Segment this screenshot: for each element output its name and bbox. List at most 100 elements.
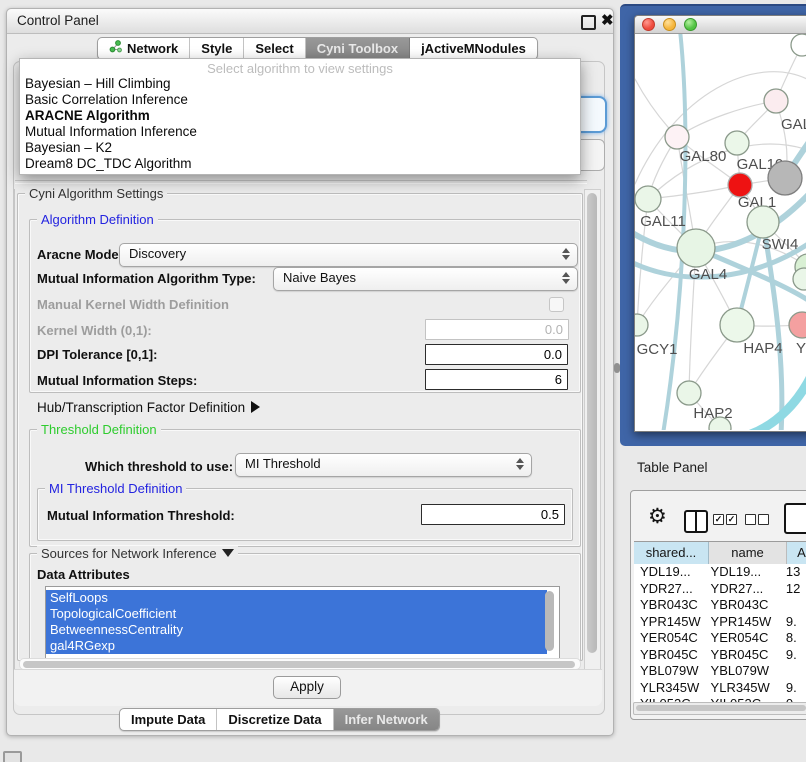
network-node-swi4[interactable] [747,206,779,238]
table-row[interactable]: YPR145WYPR145W9. [634,614,806,631]
network-edge[interactable] [663,34,685,430]
table-row[interactable]: YDR27...YDR27...12 [634,581,806,598]
control-panel-title: Control Panel [17,13,99,28]
table-header-row: shared...nameA [634,541,806,565]
mi-type-value: Naive Bayes [283,270,356,285]
algorithm-option-dream8-dc-tdc-algorithm[interactable]: Dream8 DC_TDC Algorithm [20,156,580,172]
network-window-titlebar[interactable] [635,16,806,34]
table-cell: 9. [782,647,806,664]
table-horizontal-scrollbar-thumb[interactable] [636,705,806,711]
data-attributes-list: SelfLoopsTopologicalCoefficientBetweenne… [45,586,560,661]
tab-label: Impute Data [131,709,205,730]
network-node-y[interactable] [789,312,806,338]
combobox-arrows-icon [516,458,524,470]
column-header-shared[interactable]: shared... [634,542,709,564]
algorithm-option-bayesian-k2[interactable]: Bayesian – K2 [20,140,580,156]
settings-vertical-scrollbar[interactable] [584,189,601,670]
network-node-hap2[interactable] [677,381,701,405]
table-row[interactable]: YBR043CYBR043C [634,597,806,614]
mi-threshold-field[interactable]: 0.5 [421,504,565,525]
table-cell [782,597,806,614]
tab-style[interactable]: Style [190,38,244,59]
tab-label: Select [255,38,293,59]
algorithm-definition-title: Algorithm Definition [37,212,158,227]
mi-type-combobox[interactable]: Naive Bayes [273,267,578,291]
table-cell: YDR27... [634,581,707,598]
table-row[interactable]: YLR345WYLR345W9. [634,680,806,697]
attribute-item-betweennesscentrality[interactable]: BetweennessCentrality [46,622,547,638]
tab-impute-data[interactable]: Impute Data [120,709,217,730]
dpi-tolerance-label: DPI Tolerance [0,1]: [37,347,157,362]
network-node[interactable] [793,268,806,290]
hub-expander-label: Hub/Transcription Factor Definition [37,400,245,415]
column-header-a[interactable]: A [787,542,806,564]
zoom-green-icon[interactable] [684,18,697,31]
node-label: SWI4 [762,236,799,253]
minimize-yellow-icon[interactable] [663,18,676,31]
aracne-mode-combobox[interactable]: Discovery [119,243,578,267]
column-header-name[interactable]: name [709,542,787,564]
network-node-gal4[interactable] [677,229,715,267]
algorithm-option-mutual-information-inference[interactable]: Mutual Information Inference [20,124,580,140]
bottom-tabbar: Impute Data Discretize DataInfer Network [119,708,440,731]
network-node-gal11[interactable] [635,186,661,212]
table-cell: YDL19... [634,564,707,581]
aracne-mode-value: Discovery [129,246,186,261]
tab-label: Network [127,38,178,59]
table-row[interactable]: YBR045CYBR045C9. [634,647,806,664]
algorithm-option-aracne-algorithm[interactable]: ARACNE Algorithm [20,108,580,124]
float-icon[interactable] [581,15,596,30]
tab-network[interactable]: Network [98,38,190,59]
select-all-icon[interactable]: ✓ [726,514,737,525]
network-node-hap4[interactable] [720,308,754,342]
table-cell: YDL19... [707,564,782,581]
table-row[interactable]: YER054CYER054C8. [634,630,806,647]
dpi-tolerance-field[interactable]: 0.0 [425,344,568,365]
minimized-panel-icon[interactable] [3,751,22,762]
network-canvas[interactable]: GALGAL80GAL10GAL1GAL11SWI4GAL4GCY1HAP4YH… [635,34,806,430]
table-horizontal-scrollbar[interactable] [633,702,806,715]
sources-expander[interactable]: Sources for Network Inference [37,546,238,561]
close-icon[interactable]: ✖ [601,11,614,29]
column-view-icon[interactable] [684,510,708,533]
table-row[interactable]: YDL19...YDL19...13 [634,564,806,581]
deselect-all-icon[interactable] [758,514,769,525]
settings-horizontal-scrollbar-thumb[interactable] [23,661,575,668]
select-all-icon[interactable]: ✓ [713,514,724,525]
apply-button[interactable]: Apply [273,676,341,699]
manual-kernel-checkbox[interactable] [549,297,564,312]
algorithm-option-bayesian-hill-climbing[interactable]: Bayesian – Hill Climbing [20,76,580,92]
new-column-icon[interactable] [784,503,806,534]
settings-vertical-scrollbar-thumb[interactable] [587,193,597,653]
list-scrollbar-thumb[interactable] [545,591,554,651]
network-node[interactable] [791,34,806,56]
hub-expander[interactable]: Hub/Transcription Factor Definition [37,400,260,415]
network-node[interactable] [768,161,802,195]
deselect-all-icon[interactable] [745,514,756,525]
split-pane-handle[interactable] [614,363,620,373]
which-threshold-combobox[interactable]: MI Threshold [235,453,532,477]
tab-cyni-toolbox[interactable]: Cyni Toolbox [306,38,410,59]
kernel-width-field[interactable]: 0.0 [425,319,569,340]
network-node-gal80[interactable] [665,125,689,149]
mi-steps-label: Mutual Information Steps: [37,373,197,388]
tab-select[interactable]: Select [244,38,305,59]
gear-icon[interactable]: ⚙ [648,506,667,527]
tab-infer-network[interactable]: Infer Network [334,709,439,730]
network-node-gcy1[interactable] [635,314,648,336]
attribute-item-gal4rgexp[interactable]: gal4RGexp [46,638,547,654]
attribute-item-topologicalcoefficient[interactable]: TopologicalCoefficient [46,606,547,622]
network-view-frame: GALGAL80GAL10GAL1GAL11SWI4GAL4GCY1HAP4YH… [620,4,806,446]
attribute-item-selfloops[interactable]: SelfLoops [46,590,547,606]
table-cell: YER054C [707,630,782,647]
algorithm-option-basic-correlation-inference[interactable]: Basic Correlation Inference [20,92,580,108]
network-node-gal10[interactable] [725,131,749,155]
mi-steps-field[interactable]: 6 [425,369,568,390]
table-row[interactable]: YBL079WYBL079W [634,663,806,680]
network-node-gal[interactable] [764,89,788,113]
tab-discretize-data[interactable]: Discretize Data [217,709,333,730]
close-red-icon[interactable] [642,18,655,31]
tab-jactivemnodules[interactable]: jActiveMNodules [410,38,537,59]
group-divider [15,180,587,184]
network-edge[interactable] [751,372,806,430]
